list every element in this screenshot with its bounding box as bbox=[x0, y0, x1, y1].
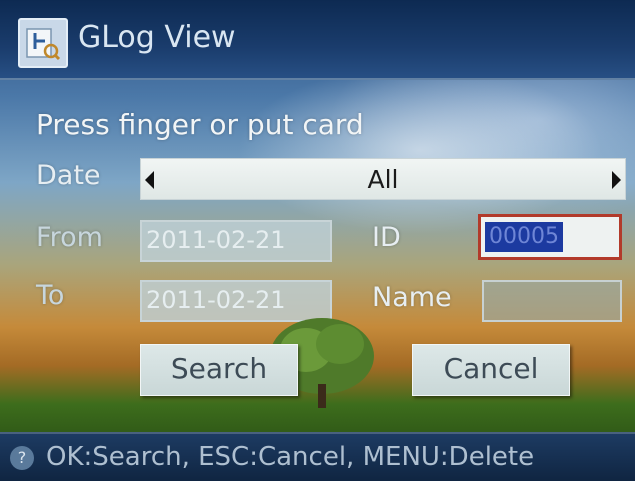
id-value: 00005 bbox=[485, 222, 563, 252]
status-bar: ? OK:Search, ESC:Cancel, MENU:Delete bbox=[0, 432, 635, 481]
title-bar: GLog View bbox=[0, 0, 635, 80]
instruction-text: Press finger or put card bbox=[36, 108, 364, 141]
from-label: From bbox=[36, 222, 103, 253]
date-label: Date bbox=[36, 160, 101, 191]
to-label: To bbox=[36, 280, 65, 311]
arrow-right-icon[interactable] bbox=[612, 171, 621, 189]
from-date-field[interactable]: 2011-02-21 bbox=[140, 220, 332, 262]
id-input[interactable]: 00005 bbox=[478, 214, 622, 260]
date-select[interactable]: All bbox=[140, 158, 626, 200]
cancel-button[interactable]: Cancel bbox=[412, 344, 570, 396]
finger-log-icon bbox=[18, 18, 68, 68]
name-label: Name bbox=[372, 282, 452, 313]
id-label: ID bbox=[372, 222, 401, 253]
date-value: All bbox=[367, 165, 399, 194]
name-input[interactable] bbox=[482, 280, 622, 322]
page-title: GLog View bbox=[78, 20, 236, 55]
device-screen: GLog View Press finger or put card Date … bbox=[0, 0, 635, 481]
search-button[interactable]: Search bbox=[140, 344, 298, 396]
help-icon: ? bbox=[10, 446, 34, 470]
status-hint-text: OK:Search, ESC:Cancel, MENU:Delete bbox=[46, 442, 535, 472]
